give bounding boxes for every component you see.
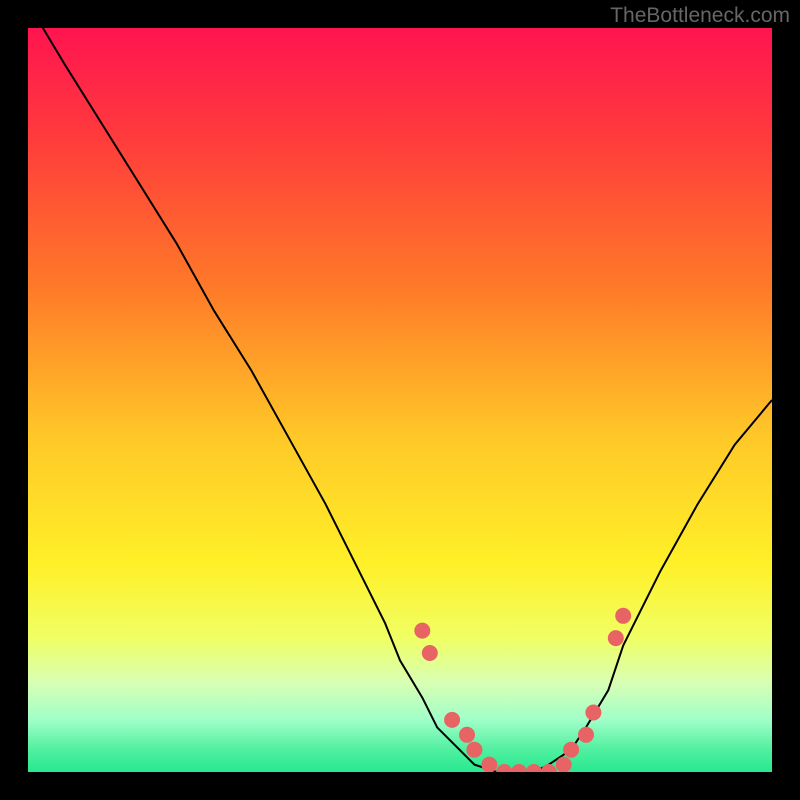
data-point-marker: [422, 645, 438, 661]
data-point-marker: [563, 742, 579, 758]
data-point-marker: [496, 764, 512, 772]
data-point-marker: [511, 764, 527, 772]
data-point-marker: [444, 712, 460, 728]
data-point-marker: [578, 727, 594, 743]
data-point-marker: [414, 623, 430, 639]
data-point-marker: [556, 757, 572, 772]
data-point-marker: [541, 764, 557, 772]
data-point-marker: [608, 630, 624, 646]
data-point-marker: [459, 727, 475, 743]
data-point-marker: [466, 742, 482, 758]
data-point-marker: [481, 757, 497, 772]
watermark-text: TheBottleneck.com: [610, 4, 790, 28]
data-point-marker: [615, 608, 631, 624]
data-point-marker: [526, 764, 542, 772]
chart-plot-area: [28, 28, 772, 772]
bottleneck-curve: [28, 28, 772, 772]
data-point-marker: [585, 705, 601, 721]
